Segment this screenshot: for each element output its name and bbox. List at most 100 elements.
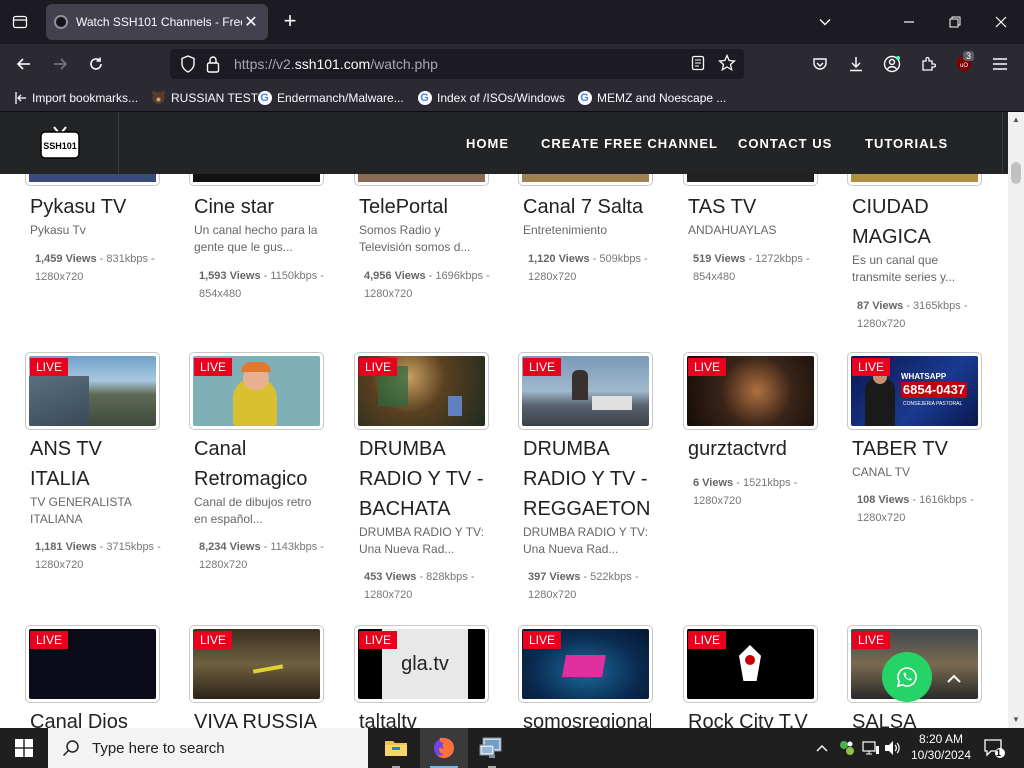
ssh101-logo[interactable]: SSH101 <box>40 126 80 159</box>
nav-home[interactable]: HOME <box>466 136 509 151</box>
channel-title[interactable]: Pykasu TV <box>30 192 158 222</box>
channel-thumbnail[interactable] <box>354 174 489 186</box>
page-scrollbar[interactable]: ▲ ▼ <box>1008 112 1024 728</box>
channel-thumbnail[interactable] <box>683 174 818 186</box>
new-tab-icon[interactable]: + <box>278 10 302 34</box>
channel-thumbnail[interactable]: WHATSAPP 6854-0437 CONSEJERIA PASTORAL L… <box>847 352 982 430</box>
bookmark-russian-test[interactable]: RUSSIAN TEST <box>151 90 258 105</box>
channel-title[interactable]: taltaltv <box>359 707 487 728</box>
nav-tutorials[interactable]: TUTORIALS <box>865 136 948 151</box>
channel-thumbnail[interactable]: LIVE <box>518 352 653 430</box>
minimize-icon[interactable] <box>897 10 921 34</box>
scroll-up-arrow-icon[interactable]: ▲ <box>1012 115 1020 124</box>
channel-thumbnail[interactable] <box>189 174 324 186</box>
channel-title[interactable]: Rock City T.V <box>688 707 816 728</box>
restore-icon[interactable] <box>943 10 967 34</box>
views-count: 1,593 Views <box>199 270 261 282</box>
channel-title[interactable]: ANS TV ITALIA <box>30 434 158 494</box>
scrollbar-thumb[interactable] <box>1011 162 1021 184</box>
channel-title[interactable]: TelePortal <box>359 192 487 222</box>
live-badge: LIVE <box>852 631 891 649</box>
start-button[interactable] <box>0 728 48 768</box>
channel-title[interactable]: Canal Retromagico <box>194 434 322 494</box>
downloads-icon[interactable] <box>844 52 868 76</box>
channel-thumbnail[interactable]: LIVE <box>683 625 818 703</box>
channel-title[interactable]: Cine star <box>194 192 322 222</box>
bookmark-memz[interactable]: G MEMZ and Noescape ... <box>577 90 726 105</box>
channel-thumbnail[interactable]: LIVE <box>518 625 653 703</box>
views-count: 1,120 Views <box>528 253 590 265</box>
network-icon[interactable] <box>862 728 880 768</box>
channel-thumbnail[interactable]: LIVE <box>25 625 160 703</box>
forward-icon[interactable] <box>48 52 72 76</box>
channel-description: Es un canal que transmite series y... <box>852 253 956 284</box>
chevron-down-icon[interactable] <box>813 10 837 34</box>
back-icon[interactable] <box>12 52 36 76</box>
live-badge: LIVE <box>359 358 398 376</box>
thumb-text: 6854-0437 <box>901 382 967 398</box>
channel-thumbnail[interactable]: LIVE <box>683 352 818 430</box>
tab-title: Watch SSH101 Channels - Free Live <box>76 15 242 29</box>
channel-thumbnail[interactable] <box>25 174 160 186</box>
close-window-icon[interactable] <box>989 10 1013 34</box>
bookmark-star-icon[interactable] <box>717 53 737 77</box>
channel-title[interactable]: gurztactvrd <box>688 434 816 464</box>
reader-view-icon[interactable] <box>690 55 706 76</box>
address-bar[interactable]: https://v2.ssh101.com/watch.php <box>170 49 744 79</box>
nav-create-free-channel[interactable]: CREATE FREE CHANNEL <box>541 136 718 151</box>
active-tab[interactable]: Watch SSH101 Channels - Free Live ✕ <box>46 4 268 40</box>
remote-desktop-button[interactable] <box>468 728 516 768</box>
show-hidden-icons-chevron-icon[interactable] <box>815 728 829 768</box>
notification-center-button[interactable]: 1 <box>983 728 1005 768</box>
channel-title[interactable]: Canal Dios <box>30 707 158 728</box>
channel-stats: 1,181 Views - 3715kbps - 1280x720 <box>35 538 163 572</box>
volume-icon[interactable] <box>884 728 902 768</box>
shield-icon[interactable] <box>180 55 196 78</box>
channel-description: DRUMBA RADIO Y TV: Una Nueva Rad... <box>523 525 648 556</box>
whatsapp-chat-button[interactable] <box>882 652 932 702</box>
list-all-tabs-icon[interactable] <box>8 10 32 34</box>
channel-title[interactable]: TABER TV <box>852 434 980 464</box>
views-count: 1,181 Views <box>35 541 97 553</box>
channel-thumbnail[interactable]: LIVE <box>189 352 324 430</box>
bookmark-import[interactable]: Import bookmarks... <box>12 90 138 105</box>
channel-thumbnail[interactable] <box>847 174 982 186</box>
bookmark-endermanch[interactable]: G Endermanch/Malware... <box>257 90 404 105</box>
channel-title[interactable]: Canal 7 Salta <box>523 192 651 222</box>
channel-stats: 1,459 Views - 831kbps - 1280x720 <box>35 250 163 284</box>
channel-description: CANAL TV <box>852 465 911 479</box>
lock-icon[interactable] <box>206 55 220 78</box>
menu-hamburger-icon[interactable] <box>988 52 1012 76</box>
bookmark-index-isos[interactable]: G Index of /ISOs/Windows <box>417 90 565 105</box>
channel-title[interactable]: TAS TV <box>688 192 816 222</box>
channel-title[interactable]: VIVA RUSSIA <box>194 707 322 728</box>
scroll-top-chevron-icon[interactable] <box>946 668 962 689</box>
channel-thumbnail[interactable] <box>518 174 653 186</box>
channel-title[interactable]: SALSA <box>852 707 980 728</box>
channel-title[interactable]: DRUMBA RADIO Y TV - REGGAETON <box>523 434 651 524</box>
channel-thumbnail[interactable]: LIVE <box>25 352 160 430</box>
channel-title[interactable]: DRUMBA RADIO Y TV - BACHATA <box>359 434 487 524</box>
file-explorer-button[interactable] <box>372 728 420 768</box>
live-badge: LIVE <box>194 631 233 649</box>
taskbar-clock[interactable]: 8:20 AM 10/30/2024 <box>906 731 976 763</box>
reload-icon[interactable] <box>84 52 108 76</box>
firefox-button[interactable] <box>420 728 468 768</box>
pocket-icon[interactable] <box>808 52 832 76</box>
nav-contact-us[interactable]: CONTACT US <box>738 136 832 151</box>
channel-title[interactable]: somosregional <box>523 707 651 728</box>
close-tab-icon[interactable]: ✕ <box>242 12 260 32</box>
taskbar-search-box[interactable]: Type here to search <box>48 728 368 768</box>
channel-title[interactable]: CIUDAD MAGICA <box>852 192 980 252</box>
channel-description: Pykasu Tv <box>30 223 86 237</box>
live-badge: LIVE <box>688 631 727 649</box>
google-icon: G <box>577 90 592 105</box>
extensions-icon[interactable] <box>916 52 940 76</box>
account-icon[interactable] <box>880 52 904 76</box>
url-text[interactable]: https://v2.ssh101.com/watch.php <box>234 56 438 72</box>
scroll-down-arrow-icon[interactable]: ▼ <box>1012 715 1020 724</box>
channel-thumbnail[interactable]: LIVE <box>189 625 324 703</box>
tray-app-icon[interactable] <box>838 728 856 768</box>
channel-thumbnail[interactable]: LIVE <box>354 352 489 430</box>
channel-thumbnail[interactable]: gla.tv LIVE <box>354 625 489 703</box>
